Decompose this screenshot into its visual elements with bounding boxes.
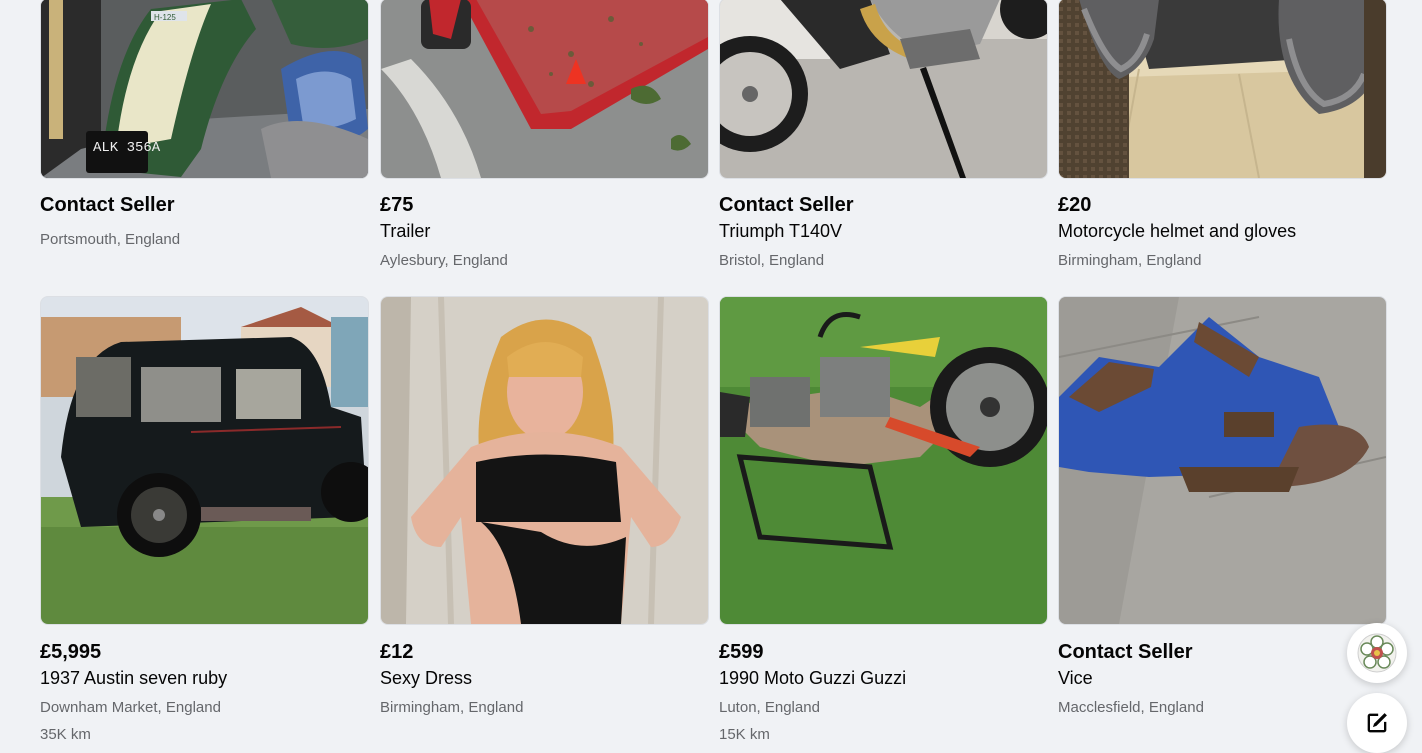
listing-photo-scooter[interactable]: H-125 ALK 356A [40,0,369,179]
listing-title: Trailer [380,221,431,241]
listing-price: Contact Seller [1058,641,1193,663]
listing-photo-trailer[interactable] [380,0,709,179]
listing-location: Macclesfield, England [1058,699,1204,716]
compose-button[interactable] [1347,693,1407,753]
listing-price: £599 [719,641,764,663]
compose-icon [1367,713,1387,733]
listing-title: 1937 Austin seven ruby [40,668,228,688]
listing-mileage: 15K km [719,726,770,743]
listing-photo-classic-car[interactable] [40,296,369,625]
listing-photo-vice[interactable] [1058,296,1387,625]
listing-title: Motorcycle helmet and gloves [1058,221,1297,241]
listing-location: Portsmouth, England [40,231,181,248]
listing-location: Aylesbury, England [380,252,508,269]
svg-text:ALK 356A: ALK 356A [93,140,161,156]
listing-price: £5,995 [40,641,102,663]
listing-mileage: 35K km [40,726,91,743]
listing-photo-moto-guzzi[interactable] [719,296,1048,625]
listing-title: Triumph T140V [719,221,843,241]
listing-photo-dress[interactable] [380,296,709,625]
svg-text:H-125: H-125 [154,13,176,22]
listing-location: Bristol, England [719,252,825,269]
listing-price: £75 [380,194,414,216]
profile-avatar-button[interactable] [1347,623,1407,683]
listing-photo-helmet-gloves[interactable] [1058,0,1387,179]
listing-location: Birmingham, England [1058,252,1202,269]
listing-title: Sexy Dress [380,668,473,688]
listing-price: £20 [1058,194,1092,216]
rose-avatar-icon [1357,633,1397,673]
listing-location: Birmingham, England [380,699,524,716]
listing-title: Vice [1058,668,1093,688]
listing-location: Luton, England [719,699,820,716]
listing-price: £12 [380,641,414,663]
listing-title: 1990 Moto Guzzi Guzzi [719,668,907,688]
listing-price: Contact Seller [719,194,854,216]
listing-location: Downham Market, England [40,699,221,716]
listing-photo-motorcycle[interactable] [719,0,1048,179]
listing-price: Contact Seller [40,194,175,216]
